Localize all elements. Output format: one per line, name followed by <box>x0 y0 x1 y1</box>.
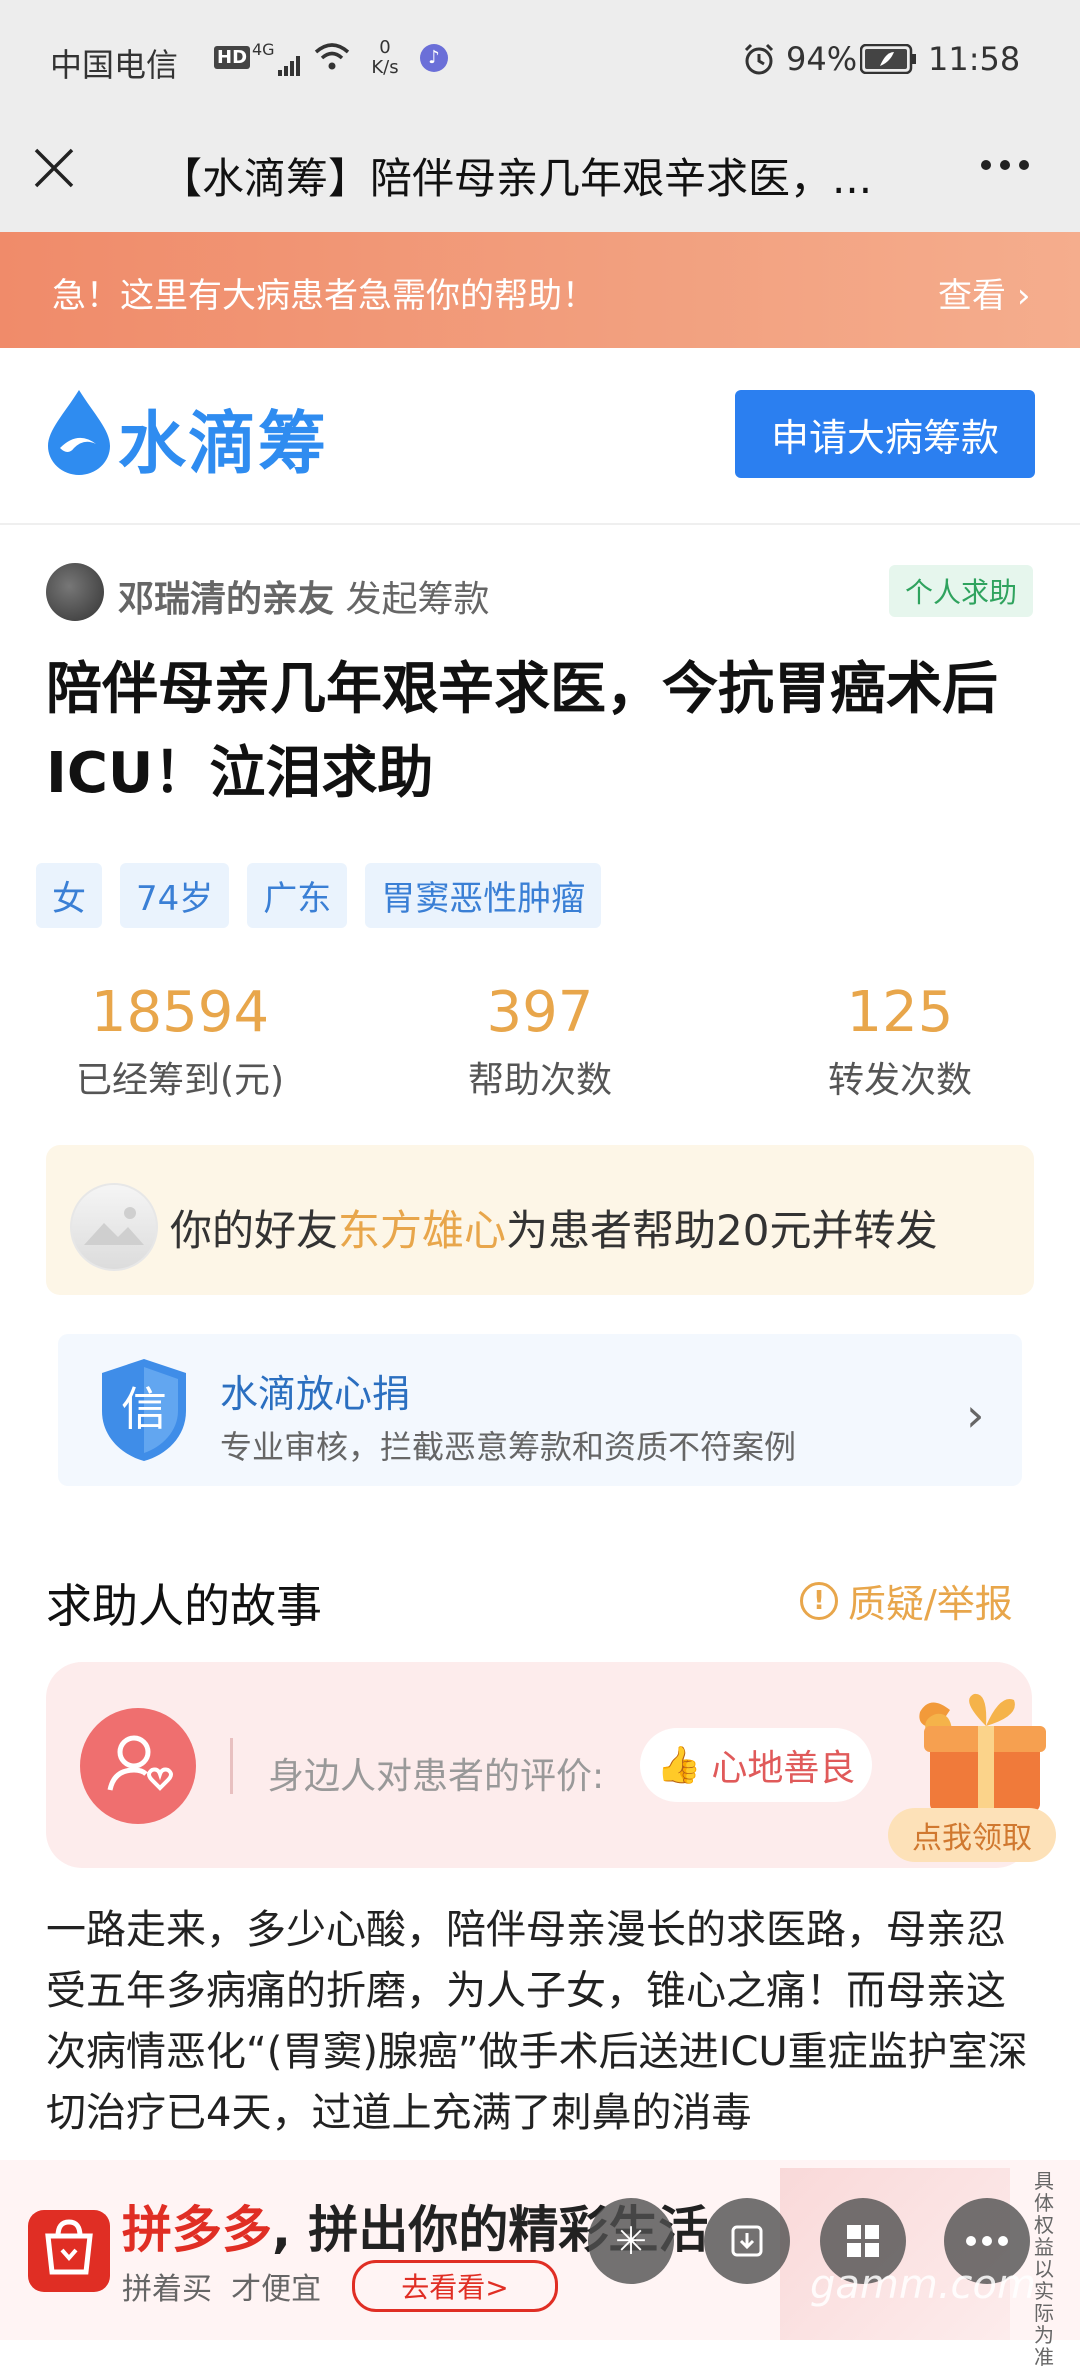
stat-helps-value: 397 <box>486 980 594 1045</box>
page-title: 【水滴筹】陪伴母亲几年艰辛求医，... <box>160 154 873 203</box>
initiator-action: 发起筹款 <box>345 579 490 620</box>
claim-button[interactable]: 点我领取 <box>888 1808 1056 1862</box>
shield-icon-label: 信 <box>121 1382 167 1436</box>
person-heart-icon <box>80 1708 196 1824</box>
download-icon[interactable] <box>704 2198 790 2284</box>
evaluation-label: 身边人对患者的评价: <box>268 1756 605 1797</box>
friend-prefix: 你的好友 <box>170 1206 339 1255</box>
brand-name: 水滴筹 <box>118 405 329 484</box>
stat-raised: 18594 已经筹到(元) <box>0 980 360 1103</box>
apply-fundraise-button[interactable]: 申请大病筹款 <box>735 390 1035 478</box>
friend-suffix: 为患者帮助20元并转发 <box>506 1206 938 1255</box>
view-link[interactable]: 查看 › <box>938 268 1030 317</box>
initiator-name: 邓瑞清的亲友 <box>118 579 335 620</box>
speed-value: 0 <box>379 37 391 58</box>
shield-icon: 信 <box>96 1355 192 1469</box>
ad-disclaimer: 具体权益以实际为准 <box>1034 2169 1054 2369</box>
music-icon: ♪ <box>420 44 448 72</box>
stat-shares: 125 转发次数 <box>720 980 1080 1103</box>
ad-subtitle: 拼着买 才便宜 <box>122 2264 321 2308</box>
chevron-right-icon: › <box>1016 276 1031 316</box>
signal-icon <box>256 54 306 82</box>
stat-helps-label: 帮助次数 <box>467 1060 612 1101</box>
evaluation-tag-label: 心地善良 <box>711 1748 856 1789</box>
clock: 11:58 <box>928 40 1021 78</box>
ad-sub-1: 拼着买 <box>122 2272 212 2307</box>
wifi-icon <box>312 40 352 78</box>
patient-tags: 女 74岁 广东 胃窦恶性肿瘤 <box>36 863 602 928</box>
battery-icon <box>859 43 918 78</box>
stat-shares-value: 125 <box>846 980 954 1045</box>
report-label: 质疑/举报 <box>848 1582 1013 1626</box>
initiator-avatar <box>46 563 104 621</box>
watermark: gamm.com <box>810 2262 1036 2308</box>
friend-avatar <box>70 1183 158 1271</box>
loading-icon[interactable]: ✳ <box>588 2198 674 2284</box>
initiator-line: 邓瑞清的亲友 发起筹款 <box>118 570 489 622</box>
more-icon[interactable] <box>978 150 1032 184</box>
ad-sub-2: 才便宜 <box>231 2272 322 2307</box>
alarm-icon <box>742 42 776 80</box>
tag-age: 74岁 <box>120 863 230 928</box>
warning-icon: ! <box>800 1581 838 1620</box>
evaluation-tag: 👍 心地善良 <box>640 1728 872 1802</box>
safe-donation-subtitle: 专业审核，拦截恶意筹款和资质不符案例 <box>220 1428 797 1466</box>
campaign-title: 陪伴母亲几年艰辛求医，今抗胃癌术后ICU！泣泪求助 <box>46 657 998 806</box>
close-icon[interactable] <box>32 146 76 194</box>
stat-shares-label: 转发次数 <box>827 1060 972 1101</box>
divider <box>230 1738 233 1794</box>
ad-brand: 拼多多 <box>122 2201 272 2259</box>
battery-percent: 94% <box>786 40 858 78</box>
thumbs-up-icon: 👍 <box>656 1745 702 1786</box>
friend-name[interactable]: 东方雄心 <box>338 1206 506 1255</box>
view-link-label: 查看 <box>938 276 1006 316</box>
stat-helps: 397 帮助次数 <box>360 980 720 1103</box>
story-heading: 求助人的故事 <box>46 1579 322 1633</box>
pinduoduo-logo-icon <box>28 2210 110 2292</box>
ad-go-button[interactable]: 去看看> <box>352 2260 558 2312</box>
personal-help-badge: 个人求助 <box>889 565 1034 617</box>
friend-activity-text: 你的好友东方雄心为患者帮助20元并转发 <box>170 1197 937 1258</box>
tag-gender: 女 <box>36 863 102 928</box>
report-link[interactable]: ! 质疑/举报 <box>800 1573 1013 1628</box>
stat-raised-label: 已经筹到(元) <box>75 1060 285 1101</box>
carrier-label: 中国电信 <box>50 46 179 84</box>
safe-donation-title: 水滴放心捐 <box>220 1372 411 1416</box>
story-text: 一路走来，多少心酸，陪伴母亲漫长的求医路，母亲忍受五年多病痛的折磨，为人子女，锥… <box>46 1907 1028 2136</box>
stat-raised-value: 18594 <box>90 980 270 1045</box>
urgent-banner-text: 急！这里有大病患者急需你的帮助！ <box>52 276 596 316</box>
hd-icon: HD <box>214 46 251 69</box>
speed-unit: K/s <box>371 57 399 78</box>
tag-region: 广东 <box>247 863 348 928</box>
tag-disease: 胃窦恶性肿瘤 <box>365 863 602 928</box>
chevron-right-icon: › <box>966 1388 985 1442</box>
speed-indicator: 0 K/s <box>362 38 408 78</box>
waterdrop-logo-icon <box>44 386 114 480</box>
